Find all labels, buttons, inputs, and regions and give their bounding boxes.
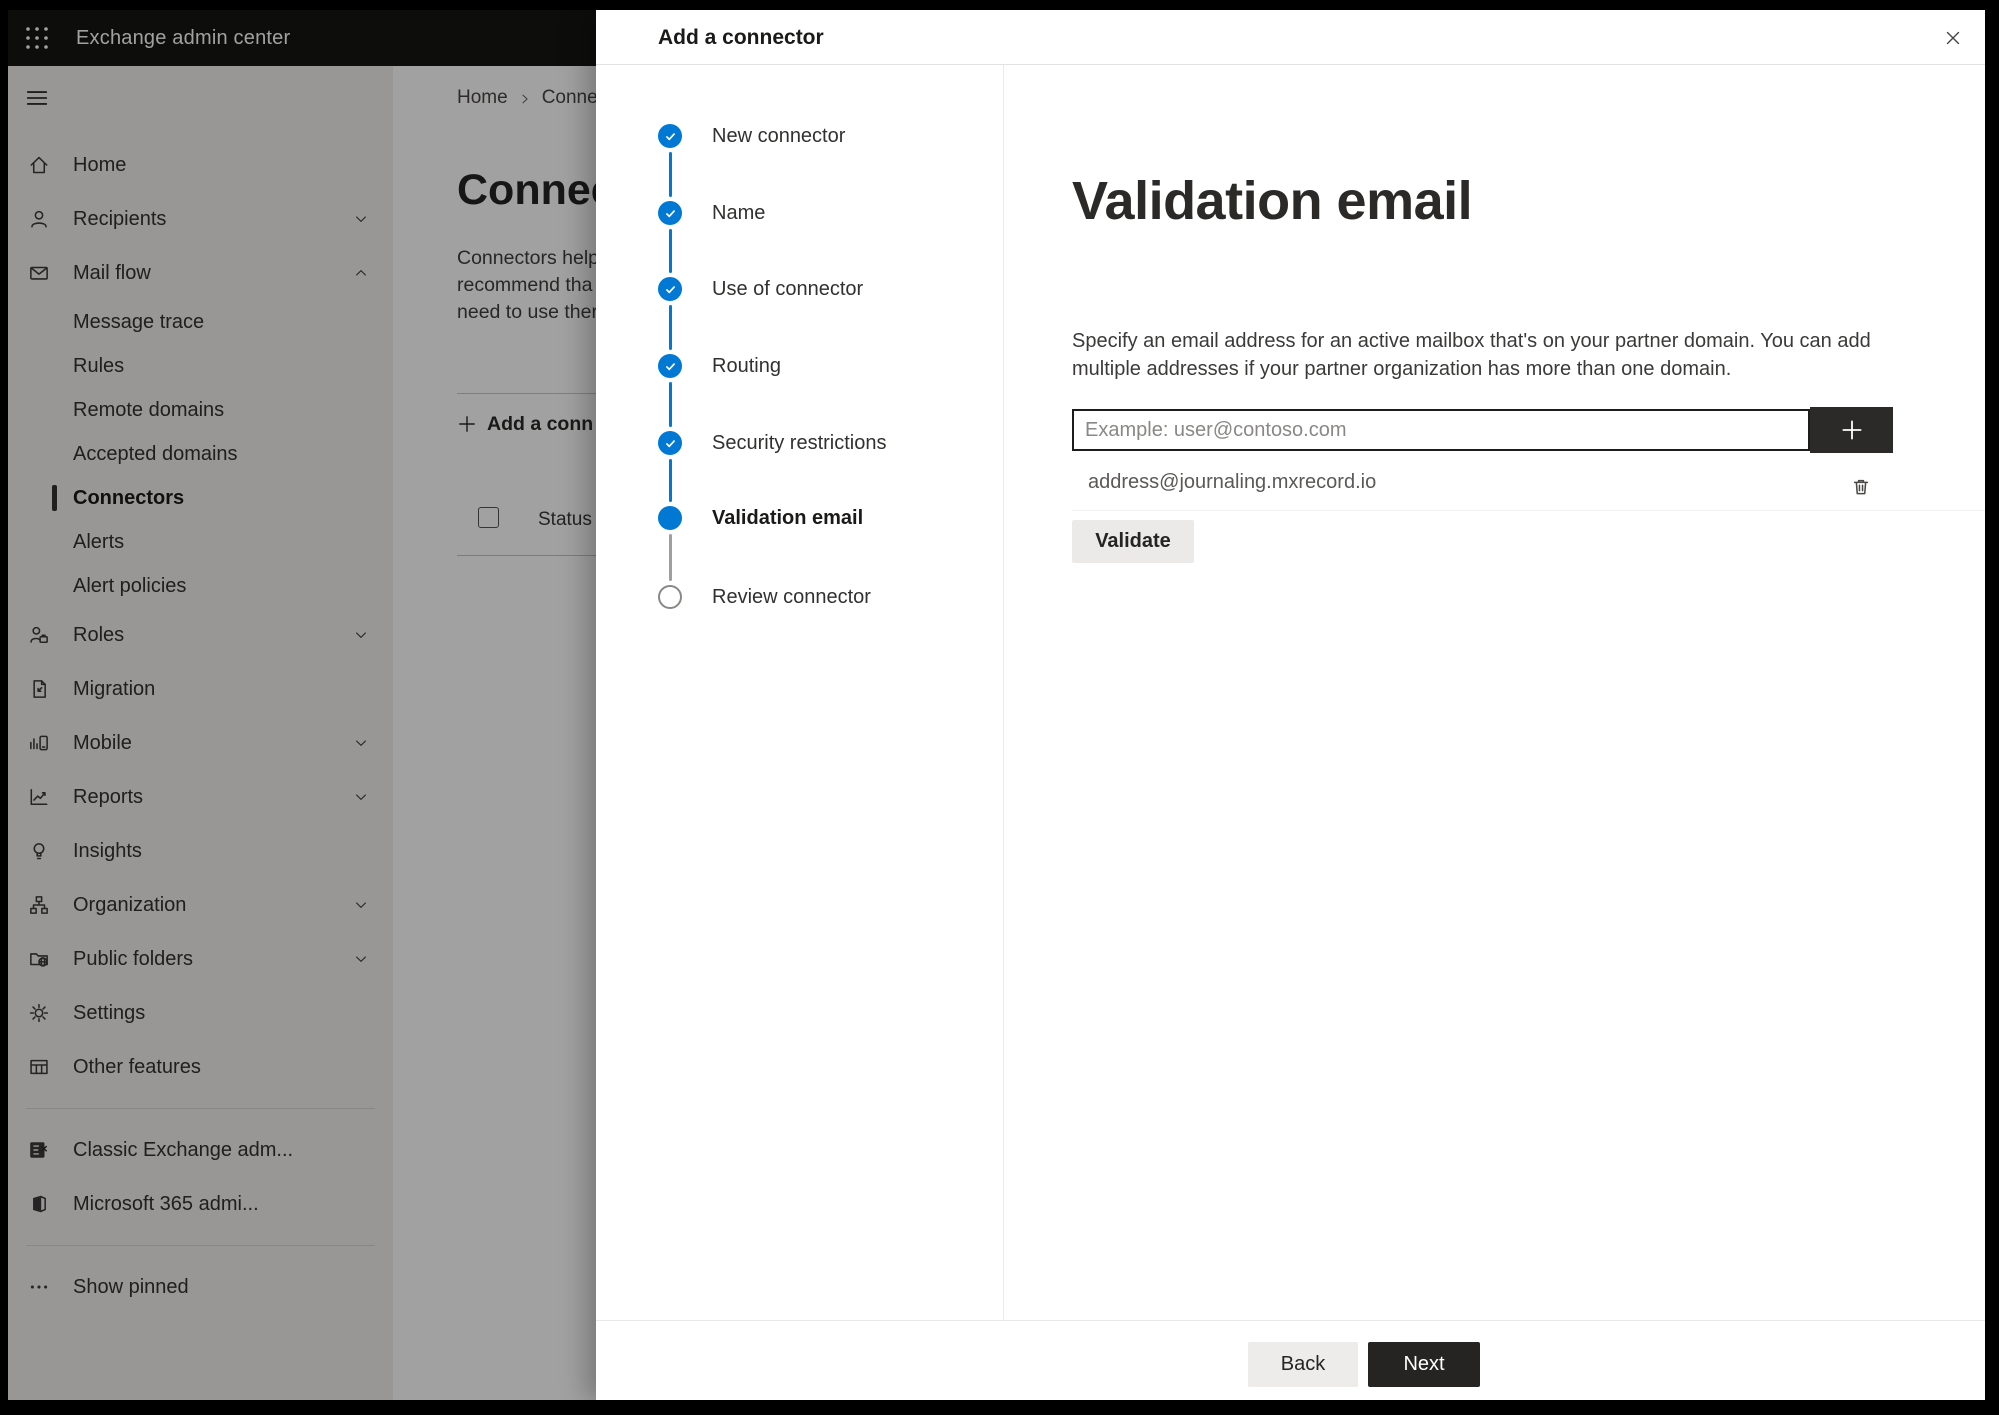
- step-completed-check-icon: [658, 201, 682, 225]
- wizard-step-label: New connector: [712, 124, 846, 147]
- wizard-step-label: Name: [712, 201, 766, 224]
- delete-email-button[interactable]: [1846, 472, 1876, 502]
- plus-icon: [1840, 418, 1864, 442]
- step-current-indicator: [658, 506, 682, 530]
- wizard-step-label: Use of connector: [712, 277, 864, 300]
- step-pending-indicator: [658, 585, 682, 609]
- email-row-divider: [1072, 510, 1985, 511]
- wizard-step-security-restrictions[interactable]: Security restrictions: [658, 416, 887, 470]
- close-panel-button[interactable]: [1937, 22, 1969, 54]
- wizard-step-label: Validation email: [712, 506, 864, 529]
- wizard-step-routing[interactable]: Routing: [658, 339, 781, 393]
- panel-header-divider: [596, 64, 1985, 65]
- add-connector-panel: Add a connector Validation email Specify…: [596, 10, 1985, 1400]
- wizard-column-divider: [1003, 65, 1004, 1320]
- added-email-address: address@journaling.mxrecord.io: [1088, 471, 1377, 493]
- wizard-step-new-connector[interactable]: New connector: [658, 109, 845, 163]
- step-completed-check-icon: [658, 277, 682, 301]
- step-completed-check-icon: [658, 431, 682, 455]
- step-heading: Validation email: [1072, 171, 1473, 231]
- wizard-step-label: Routing: [712, 354, 781, 377]
- wizard-step-review-connector[interactable]: Review connector: [658, 570, 871, 624]
- validation-email-input[interactable]: [1072, 409, 1810, 451]
- panel-footer-divider: [596, 1320, 1985, 1321]
- panel-title: Add a connector: [658, 26, 824, 49]
- wizard-step-label: Review connector: [712, 585, 871, 608]
- wizard-step-validation-email[interactable]: Validation email: [658, 491, 863, 545]
- description-line: multiple addresses if your partner organ…: [1072, 357, 1732, 380]
- wizard-step-label: Security restrictions: [712, 431, 887, 454]
- screen: Exchange admin center Home Recipients Mail…: [8, 10, 1985, 1400]
- close-icon: [1943, 28, 1963, 48]
- description-line: Specify an email address for an active m…: [1072, 330, 1871, 352]
- add-email-button[interactable]: [1810, 407, 1893, 453]
- trash-icon: [1850, 476, 1872, 498]
- wizard-step-use-of-connector[interactable]: Use of connector: [658, 262, 863, 316]
- back-button[interactable]: Back: [1248, 1342, 1358, 1387]
- step-completed-check-icon: [658, 124, 682, 148]
- wizard-step-name[interactable]: Name: [658, 186, 765, 240]
- validate-button[interactable]: Validate: [1072, 520, 1194, 563]
- step-description: Specify an email address for an active m…: [1072, 328, 1871, 383]
- step-completed-check-icon: [658, 354, 682, 378]
- next-button[interactable]: Next: [1368, 1342, 1480, 1387]
